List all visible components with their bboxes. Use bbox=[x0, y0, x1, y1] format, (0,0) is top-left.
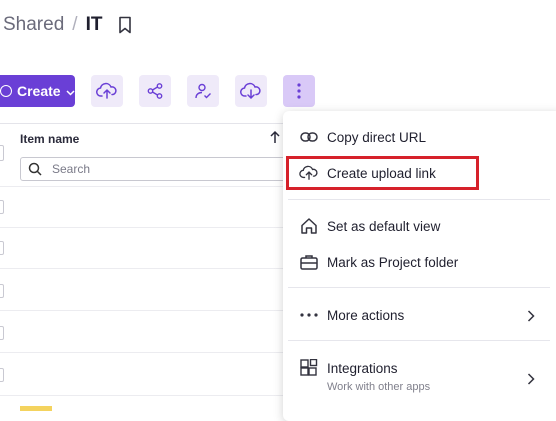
menu-divider bbox=[288, 287, 550, 288]
upload-cloud-icon bbox=[96, 82, 117, 99]
row-checkbox[interactable] bbox=[0, 326, 4, 340]
menu-item-subtitle: Work with other apps bbox=[327, 381, 431, 393]
link-icon bbox=[299, 127, 319, 147]
home-icon bbox=[299, 216, 319, 236]
select-all-checkbox[interactable] bbox=[0, 145, 4, 161]
more-options-button[interactable] bbox=[283, 75, 315, 107]
table-row-divider bbox=[0, 227, 284, 228]
search-input[interactable]: Search bbox=[20, 157, 290, 181]
table-top-border bbox=[0, 123, 300, 124]
share-button[interactable] bbox=[139, 75, 171, 107]
row-checkbox[interactable] bbox=[0, 368, 4, 382]
menu-item-mark-project-folder[interactable]: Mark as Project folder bbox=[299, 252, 458, 272]
breadcrumb-separator: / bbox=[72, 14, 78, 35]
menu-item-set-default-view[interactable]: Set as default view bbox=[299, 216, 440, 236]
more-vertical-icon bbox=[297, 83, 301, 99]
menu-item-label: Integrations bbox=[327, 360, 398, 376]
column-header-item-name[interactable]: Item name bbox=[20, 132, 79, 146]
table-row-divider bbox=[0, 310, 284, 311]
download-cloud-icon bbox=[240, 82, 261, 100]
briefcase-icon bbox=[299, 252, 319, 272]
user-check-icon bbox=[195, 83, 211, 99]
table-row-divider bbox=[0, 186, 284, 187]
menu-item-copy-direct-url[interactable]: Copy direct URL bbox=[299, 127, 426, 147]
row-checkbox[interactable] bbox=[0, 241, 4, 255]
chevron-right-icon bbox=[527, 372, 535, 390]
upload-button[interactable] bbox=[91, 75, 123, 107]
menu-item-more-actions[interactable]: More actions bbox=[299, 305, 404, 325]
search-placeholder: Search bbox=[52, 162, 91, 176]
row-color-tag bbox=[20, 406, 52, 411]
chevron-down-icon bbox=[66, 83, 75, 99]
download-button[interactable] bbox=[235, 75, 267, 107]
share-icon bbox=[147, 83, 163, 99]
menu-divider bbox=[288, 199, 550, 200]
menu-divider bbox=[288, 340, 550, 341]
sort-up-icon[interactable] bbox=[269, 130, 281, 149]
highlight-box bbox=[286, 156, 479, 190]
menu-item-label: More actions bbox=[327, 307, 405, 323]
table-row-divider bbox=[0, 352, 284, 353]
integrations-icon bbox=[299, 358, 319, 378]
create-icon bbox=[0, 85, 12, 97]
row-checkbox[interactable] bbox=[0, 284, 4, 298]
menu-item-label: Mark as Project folder bbox=[327, 254, 459, 270]
breadcrumb: Shared / IT bbox=[3, 12, 132, 38]
table-row-divider bbox=[0, 395, 284, 396]
more-horizontal-icon bbox=[299, 305, 319, 325]
breadcrumb-parent[interactable]: Shared bbox=[3, 14, 64, 36]
row-checkbox[interactable] bbox=[0, 200, 4, 214]
create-button-label: Create bbox=[17, 83, 61, 99]
menu-item-label: Set as default view bbox=[327, 218, 441, 234]
search-icon bbox=[28, 162, 42, 176]
assign-button[interactable] bbox=[187, 75, 219, 107]
menu-item-label: Copy direct URL bbox=[327, 129, 427, 145]
table-row-divider bbox=[0, 268, 284, 269]
breadcrumb-current: IT bbox=[85, 14, 103, 35]
chevron-right-icon bbox=[527, 309, 535, 327]
menu-item-integrations[interactable]: Integrations bbox=[299, 358, 398, 378]
create-button[interactable]: Create bbox=[0, 75, 75, 107]
bookmark-icon[interactable] bbox=[118, 16, 132, 34]
